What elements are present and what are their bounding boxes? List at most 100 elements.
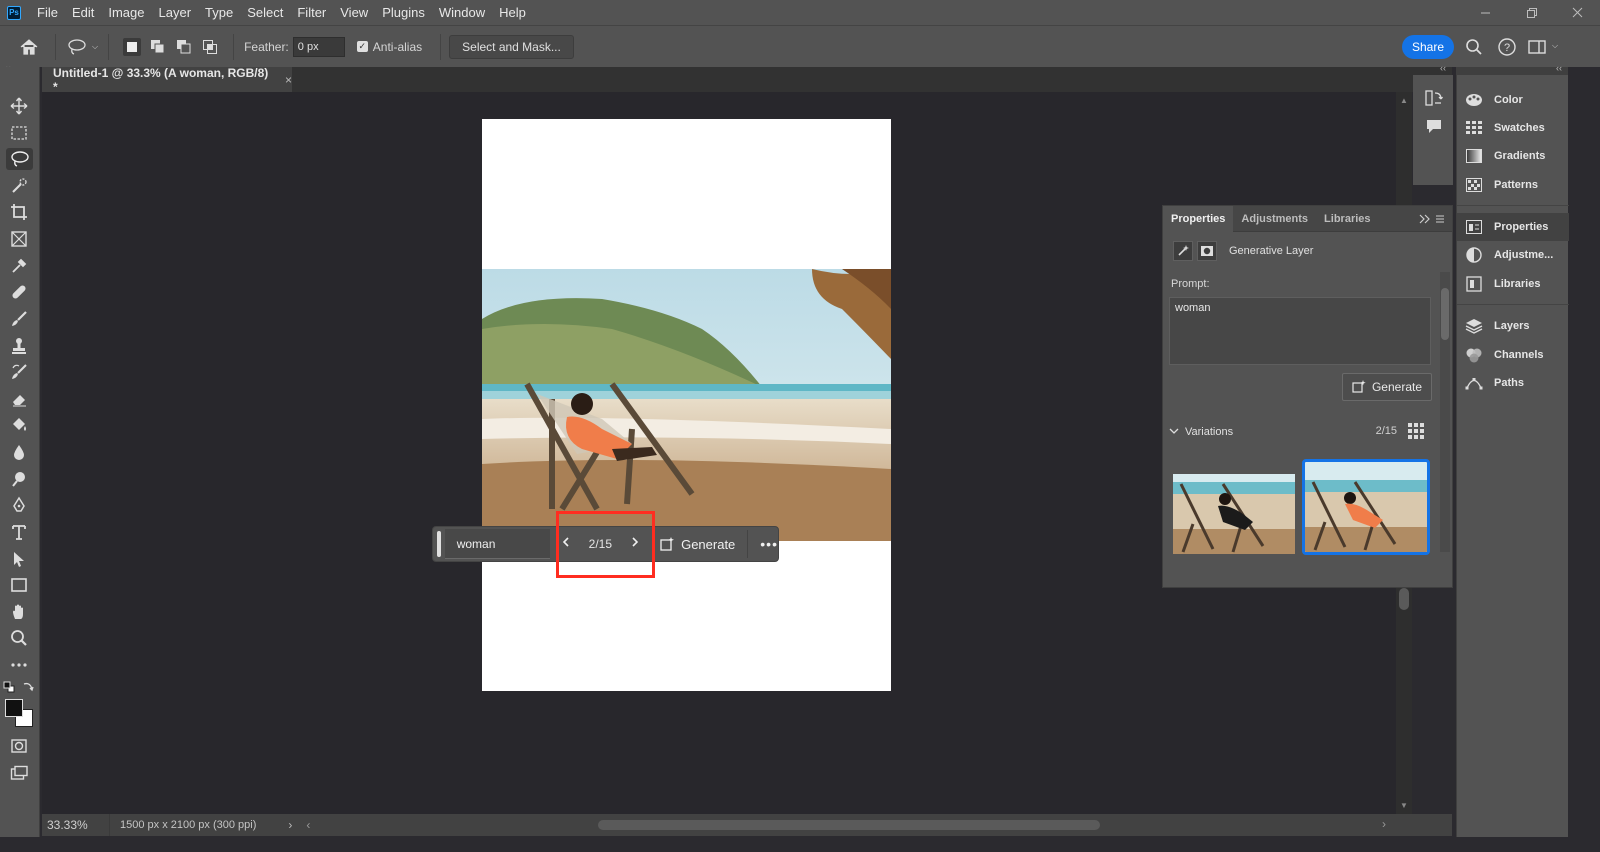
feather-input[interactable]: 0 px <box>292 36 345 57</box>
collapse-panels-icon[interactable]: ‹‹ <box>1440 63 1446 73</box>
brush-tool-icon[interactable] <box>8 308 30 330</box>
move-tool-icon[interactable] <box>8 95 30 117</box>
menu-file[interactable]: File <box>31 0 66 25</box>
eraser-tool-icon[interactable] <box>8 388 30 410</box>
variations-collapse-icon[interactable] <box>1169 426 1179 438</box>
swap-colors-icon[interactable] <box>22 680 34 692</box>
menu-view[interactable]: View <box>334 0 376 25</box>
vertical-scroll-thumb[interactable] <box>1399 588 1409 610</box>
tab-properties[interactable]: Properties <box>1163 205 1234 232</box>
scroll-right-icon[interactable]: › <box>1382 817 1386 831</box>
foreground-color-swatch[interactable] <box>5 699 23 717</box>
horizontal-scroll-thumb[interactable] <box>598 820 1100 830</box>
dock-item-adjustments[interactable]: Adjustme... <box>1457 241 1569 269</box>
share-button[interactable]: Share <box>1402 35 1454 59</box>
menu-select[interactable]: Select <box>241 0 291 25</box>
dock-item-color[interactable]: Color <box>1457 86 1569 114</box>
zoom-tool-icon[interactable] <box>8 627 30 649</box>
menu-type[interactable]: Type <box>199 0 241 25</box>
tab-libraries[interactable]: Libraries <box>1316 206 1378 232</box>
crop-tool-icon[interactable] <box>8 201 30 223</box>
variations-header: Variations 2/15 <box>1169 422 1431 440</box>
default-colors-icon[interactable] <box>3 681 15 693</box>
intersect-selection-icon[interactable] <box>201 38 219 56</box>
dock-item-properties[interactable]: Properties <box>1457 213 1569 241</box>
properties-generate-button[interactable]: Generate <box>1342 373 1432 401</box>
scroll-up-icon[interactable]: ▲ <box>1400 96 1408 105</box>
history-brush-tool-icon[interactable] <box>8 361 30 383</box>
lasso-tool-preset-icon[interactable] <box>66 35 90 59</box>
scroll-down-icon[interactable]: ▼ <box>1400 801 1408 810</box>
dock-item-gradients[interactable]: Gradients <box>1457 142 1569 170</box>
variation-thumbnail-2[interactable] <box>1302 459 1430 555</box>
home-icon[interactable] <box>17 35 41 59</box>
close-tab-icon[interactable]: × <box>285 73 292 87</box>
dock-item-channels[interactable]: Channels <box>1457 341 1569 369</box>
document-tab[interactable]: Untitled-1 @ 33.3% (A woman, RGB/8) * × <box>42 66 292 94</box>
prompt-input[interactable]: woman <box>444 529 550 559</box>
rectangle-tool-icon[interactable] <box>8 574 30 596</box>
antialias-checkbox[interactable]: ✓ <box>356 41 368 52</box>
menu-help[interactable]: Help <box>493 0 534 25</box>
chevron-down-icon[interactable]: ⌵ <box>1552 41 1558 51</box>
menu-layer[interactable]: Layer <box>153 0 200 25</box>
dodge-tool-icon[interactable] <box>8 468 30 490</box>
history-panel-icon[interactable] <box>1424 88 1444 108</box>
dock-item-swatches[interactable]: Swatches <box>1457 114 1569 142</box>
collapse-dock-icon[interactable]: ‹‹ <box>1556 63 1562 73</box>
paint-bucket-tool-icon[interactable] <box>8 414 30 436</box>
status-menu-icon[interactable]: › <box>288 818 292 832</box>
properties-scroll-thumb[interactable] <box>1441 288 1449 340</box>
document-info[interactable]: 1500 px x 2100 px (300 ppi) <box>120 819 256 831</box>
close-icon[interactable] <box>1554 0 1600 25</box>
generated-beach-image[interactable] <box>482 269 891 541</box>
menu-filter[interactable]: Filter <box>291 0 334 25</box>
path-selection-tool-icon[interactable] <box>8 548 30 570</box>
workspace-icon[interactable] <box>1525 34 1549 60</box>
dock-item-paths[interactable]: Paths <box>1457 369 1569 397</box>
search-icon[interactable] <box>1462 34 1486 60</box>
more-options-icon[interactable]: ••• <box>760 536 778 552</box>
lasso-tool-icon[interactable] <box>6 148 33 170</box>
new-selection-icon[interactable] <box>123 37 142 56</box>
restore-icon[interactable] <box>1508 0 1554 25</box>
healing-brush-tool-icon[interactable] <box>8 281 30 303</box>
properties-panel-tabs: Properties Adjustments Libraries <box>1163 205 1452 232</box>
minimize-icon[interactable] <box>1462 0 1508 25</box>
object-selection-tool-icon[interactable] <box>8 175 30 197</box>
menu-plugins[interactable]: Plugins <box>376 0 433 25</box>
screen-mode-icon[interactable] <box>8 762 30 784</box>
type-tool-icon[interactable] <box>8 521 30 543</box>
dock-item-libraries[interactable]: Libraries <box>1457 270 1569 298</box>
drag-handle[interactable] <box>437 531 441 557</box>
dock-item-patterns[interactable]: Patterns <box>1457 171 1569 199</box>
select-and-mask-button[interactable]: Select and Mask... <box>449 34 574 59</box>
tab-adjustments[interactable]: Adjustments <box>1233 206 1316 232</box>
quick-mask-icon[interactable] <box>8 735 30 757</box>
clone-stamp-tool-icon[interactable] <box>8 335 30 357</box>
comments-panel-icon[interactable] <box>1424 116 1444 136</box>
marquee-tool-icon[interactable] <box>8 122 30 144</box>
frame-tool-icon[interactable] <box>8 228 30 250</box>
grid-view-icon[interactable] <box>1407 422 1425 440</box>
pen-tool-icon[interactable] <box>8 494 30 516</box>
document-canvas[interactable] <box>482 119 891 691</box>
chevron-down-icon[interactable]: ⌵ <box>92 42 98 52</box>
more-tools-icon[interactable] <box>8 654 30 676</box>
help-icon[interactable]: ? <box>1495 34 1519 60</box>
zoom-level[interactable]: 33.33% <box>42 814 110 836</box>
add-to-selection-icon[interactable] <box>149 38 167 56</box>
menu-edit[interactable]: Edit <box>66 0 102 25</box>
scroll-left-icon[interactable]: ‹ <box>306 818 310 832</box>
eyedropper-tool-icon[interactable] <box>8 255 30 277</box>
subtract-from-selection-icon[interactable] <box>175 38 193 56</box>
menu-image[interactable]: Image <box>102 0 152 25</box>
prompt-textarea[interactable]: woman <box>1169 297 1431 365</box>
blur-tool-icon[interactable] <box>8 441 30 463</box>
dock-item-layers[interactable]: Layers <box>1457 312 1569 340</box>
panel-menu-icon[interactable] <box>1418 213 1446 228</box>
generate-button[interactable]: Generate <box>655 530 749 558</box>
variation-thumbnail-1[interactable] <box>1173 474 1295 554</box>
hand-tool-icon[interactable] <box>8 601 30 623</box>
menu-window[interactable]: Window <box>433 0 493 25</box>
